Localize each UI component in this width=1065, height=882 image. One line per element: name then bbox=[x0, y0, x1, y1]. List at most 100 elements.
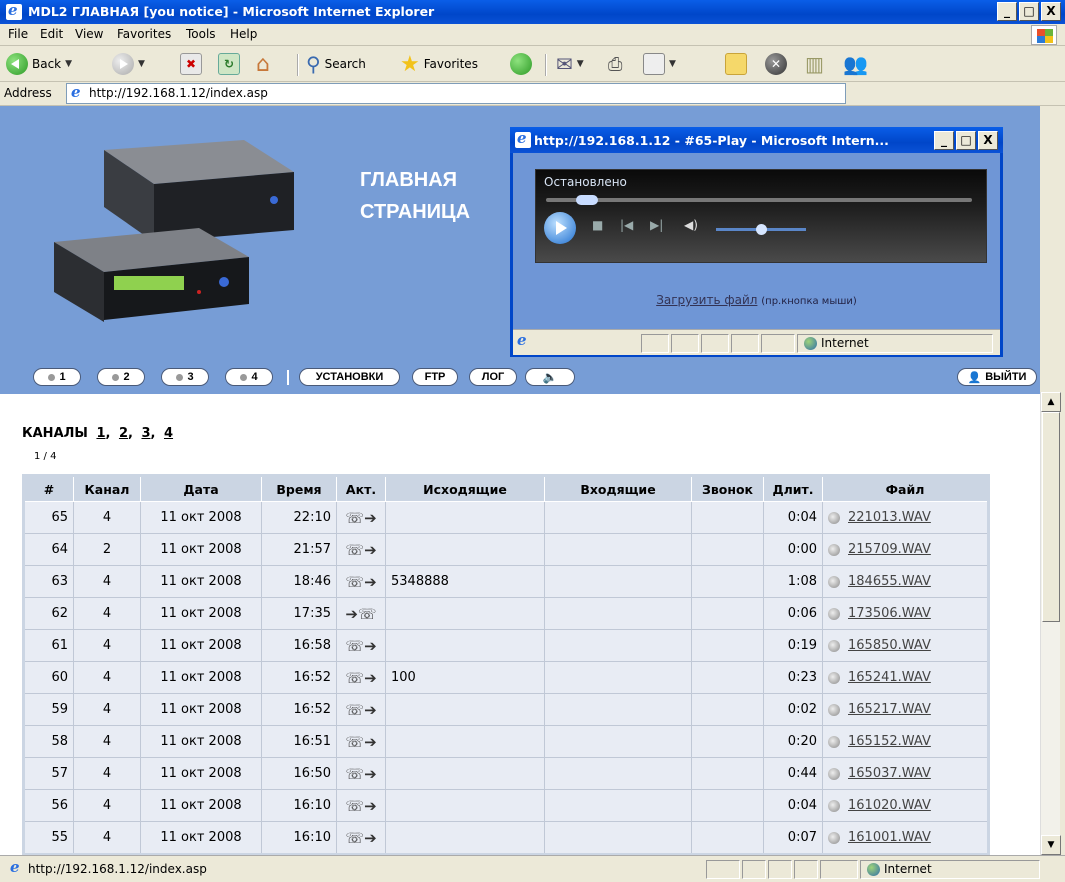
window-titlebar[interactable]: MDL2 ГЛАВНАЯ [you notice] - Microsoft In… bbox=[0, 0, 1065, 24]
speaker-icon[interactable] bbox=[828, 735, 840, 748]
load-file-hint: (пр.кнопка мыши) bbox=[761, 296, 857, 307]
scroll-up-button[interactable]: ▲ bbox=[1041, 392, 1061, 412]
speaker-icon[interactable] bbox=[828, 767, 840, 780]
file-link[interactable]: 215709.WAV bbox=[848, 542, 931, 557]
channel-link-4[interactable]: 4 bbox=[164, 426, 173, 441]
speaker-icon[interactable] bbox=[828, 575, 840, 588]
edit-button[interactable]: ▼ bbox=[643, 52, 676, 76]
mail-icon: ✉ bbox=[556, 52, 573, 76]
research-button[interactable]: ▥ bbox=[805, 52, 824, 76]
file-link[interactable]: 161001.WAV bbox=[848, 830, 931, 845]
popup-maximize-button[interactable]: □ bbox=[956, 131, 976, 150]
speaker-icon[interactable] bbox=[828, 607, 840, 620]
file-link[interactable]: 165217.WAV bbox=[848, 702, 931, 717]
print-button[interactable]: ⎙ bbox=[608, 52, 622, 76]
channel-3-button[interactable]: 3 bbox=[161, 368, 209, 386]
cell-ring bbox=[691, 533, 764, 566]
refresh-button[interactable]: ↻ bbox=[218, 52, 240, 76]
mail-button[interactable]: ✉ ▼ bbox=[556, 52, 584, 76]
popup-status-bar: Internet bbox=[513, 329, 1000, 355]
channel-link-1[interactable]: 1 bbox=[96, 426, 105, 441]
volume-slider[interactable] bbox=[716, 224, 806, 235]
back-arrow-icon bbox=[6, 53, 28, 75]
logout-button[interactable]: 👤 ВЫЙТИ bbox=[957, 368, 1037, 386]
next-icon[interactable]: ▶| bbox=[650, 218, 663, 232]
popup-close-button[interactable]: X bbox=[978, 131, 998, 150]
cell-incoming bbox=[544, 821, 692, 855]
scroll-thumb[interactable] bbox=[1042, 412, 1060, 622]
messenger-button[interactable]: 👥 bbox=[843, 52, 868, 76]
vertical-scrollbar[interactable]: ▲ ▼ bbox=[1040, 392, 1061, 855]
menu-file[interactable]: File bbox=[8, 27, 28, 41]
volume-icon[interactable]: ◀) bbox=[684, 218, 698, 232]
channel-4-button[interactable]: 4 bbox=[225, 368, 273, 386]
forward-arrow-icon bbox=[112, 53, 134, 75]
stop-button[interactable]: ✖ bbox=[180, 52, 202, 76]
favorites-button[interactable]: ★ Favorites bbox=[400, 52, 478, 77]
close-button[interactable]: X bbox=[1041, 2, 1061, 21]
menu-view[interactable]: View bbox=[75, 27, 103, 41]
cell-time: 21:57 bbox=[261, 533, 337, 566]
speaker-icon[interactable] bbox=[828, 671, 840, 684]
load-file-link[interactable]: Загрузить файл bbox=[656, 293, 757, 307]
address-input[interactable]: http://192.168.1.12/index.asp bbox=[66, 83, 846, 104]
cell-incoming bbox=[544, 565, 692, 598]
phone-outgoing-icon: ☏➔ bbox=[345, 668, 377, 687]
menu-edit[interactable]: Edit bbox=[40, 27, 63, 41]
volume-knob[interactable] bbox=[756, 224, 767, 235]
stop-icon[interactable]: ■ bbox=[592, 218, 603, 232]
speaker-icon[interactable] bbox=[828, 799, 840, 812]
cell-channel: 4 bbox=[73, 821, 141, 855]
cell-time: 16:50 bbox=[261, 757, 337, 790]
table-row: 61 4 11 окт 2008 16:58 ☏➔ 0:19 165850.WAV bbox=[23, 629, 989, 662]
menu-help[interactable]: Help bbox=[230, 27, 257, 41]
channel-1-button[interactable]: 1 bbox=[33, 368, 81, 386]
popup-titlebar[interactable]: http://192.168.1.12 - #65-Play - Microso… bbox=[510, 127, 1003, 153]
speaker-icon[interactable] bbox=[828, 543, 840, 556]
cell-ring bbox=[691, 661, 764, 694]
file-link[interactable]: 173506.WAV bbox=[848, 606, 931, 621]
channel-link-3[interactable]: 3 bbox=[141, 426, 150, 441]
history-button[interactable] bbox=[510, 52, 532, 76]
cell-duration: 0:02 bbox=[763, 693, 823, 726]
home-button[interactable]: ⌂ bbox=[256, 52, 270, 77]
cell-file: 165217.WAV bbox=[822, 693, 989, 726]
menu-favorites[interactable]: Favorites bbox=[117, 27, 171, 41]
popup-minimize-button[interactable]: _ bbox=[934, 131, 954, 150]
speaker-icon[interactable] bbox=[828, 639, 840, 652]
speaker-icon[interactable] bbox=[828, 511, 840, 524]
speaker-icon[interactable] bbox=[828, 831, 840, 844]
file-link[interactable]: 165152.WAV bbox=[848, 734, 931, 749]
log-button[interactable]: ЛОГ bbox=[469, 368, 517, 386]
seek-knob[interactable] bbox=[576, 195, 598, 205]
nav-divider bbox=[287, 370, 289, 385]
search-button[interactable]: ⚲ Search bbox=[306, 52, 366, 76]
ftp-button[interactable]: FTP bbox=[412, 368, 458, 386]
settings-button[interactable]: УСТАНОВКИ bbox=[299, 368, 400, 386]
speaker-icon[interactable] bbox=[828, 703, 840, 716]
file-link[interactable]: 221013.WAV bbox=[848, 510, 931, 525]
file-link[interactable]: 161020.WAV bbox=[848, 798, 931, 813]
back-button[interactable]: Back ▼ bbox=[6, 52, 72, 76]
sound-button[interactable]: 🔈 bbox=[525, 368, 575, 386]
maximize-button[interactable]: □ bbox=[1019, 2, 1039, 21]
channel-2-button[interactable]: 2 bbox=[97, 368, 145, 386]
forward-button[interactable]: ▼ bbox=[112, 52, 145, 76]
play-button[interactable] bbox=[544, 212, 576, 244]
previous-icon[interactable]: |◀ bbox=[620, 218, 633, 232]
file-link[interactable]: 165850.WAV bbox=[848, 638, 931, 653]
phone-outgoing-icon: ☏➔ bbox=[345, 636, 377, 655]
block-button[interactable]: ✕ bbox=[765, 52, 787, 76]
table-row: 59 4 11 окт 2008 16:52 ☏➔ 0:02 165217.WAV bbox=[23, 693, 989, 726]
file-link[interactable]: 184655.WAV bbox=[848, 574, 931, 589]
cell-incoming bbox=[544, 501, 692, 534]
channel-link-2[interactable]: 2 bbox=[119, 426, 128, 441]
discuss-button[interactable] bbox=[725, 52, 747, 76]
seek-bar[interactable] bbox=[546, 195, 972, 205]
scroll-down-button[interactable]: ▼ bbox=[1041, 835, 1061, 855]
file-link[interactable]: 165037.WAV bbox=[848, 766, 931, 781]
file-link[interactable]: 165241.WAV bbox=[848, 670, 931, 685]
menu-tools[interactable]: Tools bbox=[186, 27, 216, 41]
minimize-button[interactable]: _ bbox=[997, 2, 1017, 21]
cell-act: ☏➔ bbox=[336, 533, 386, 566]
